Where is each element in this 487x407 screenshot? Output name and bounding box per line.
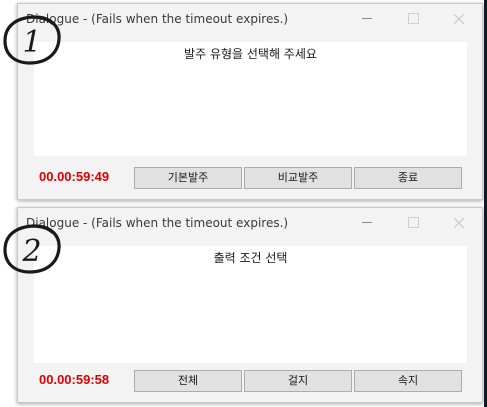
title-bar[interactable]: Dialogue - (Fails when the timeout expir… (18, 4, 482, 36)
dialog-message: 출력 조건 선택 (213, 251, 288, 265)
all-button[interactable]: 전체 (134, 370, 242, 392)
exit-button[interactable]: 종료 (354, 167, 462, 189)
minimize-button[interactable] (344, 208, 390, 238)
inner-sheet-button[interactable]: 속지 (354, 370, 462, 392)
maximize-button[interactable] (390, 208, 436, 238)
dialog-footer: 00.00:59:58 전체 걸지 속지 (18, 362, 482, 402)
timeout-timer: 00.00:59:58 (39, 372, 110, 387)
basic-order-button[interactable]: 기본발주 (134, 167, 242, 189)
timeout-timer: 00.00:59:49 (39, 169, 110, 184)
title-bar[interactable]: Dialogue - (Fails when the timeout expir… (18, 208, 482, 240)
outer-sheet-button[interactable]: 걸지 (244, 370, 352, 392)
window-title: Dialogue - (Fails when the timeout expir… (26, 12, 289, 26)
message-area: 출력 조건 선택 (34, 246, 467, 363)
minimize-icon (362, 18, 372, 19)
window-title: Dialogue - (Fails when the timeout expir… (26, 216, 289, 230)
minimize-button[interactable] (344, 4, 390, 34)
close-icon (453, 217, 465, 228)
message-area: 발주 유형을 선택해 주세요 (34, 42, 467, 156)
close-button[interactable] (436, 208, 482, 238)
dialog-order-type: Dialogue - (Fails when the timeout expir… (17, 3, 483, 200)
maximize-icon (407, 13, 419, 24)
close-icon (453, 13, 465, 24)
screen: Dialogue - (Fails when the timeout expir… (0, 0, 487, 407)
maximize-button[interactable] (390, 4, 436, 34)
compare-order-button[interactable]: 비교발주 (244, 167, 352, 189)
dialog-print-condition: Dialogue - (Fails when the timeout expir… (17, 207, 483, 403)
dialog-message: 발주 유형을 선택해 주세요 (184, 47, 317, 61)
dialog-footer: 00.00:59:49 기본발주 비교발주 종료 (18, 159, 482, 199)
close-button[interactable] (436, 4, 482, 34)
minimize-icon (362, 222, 372, 223)
maximize-icon (407, 217, 419, 228)
